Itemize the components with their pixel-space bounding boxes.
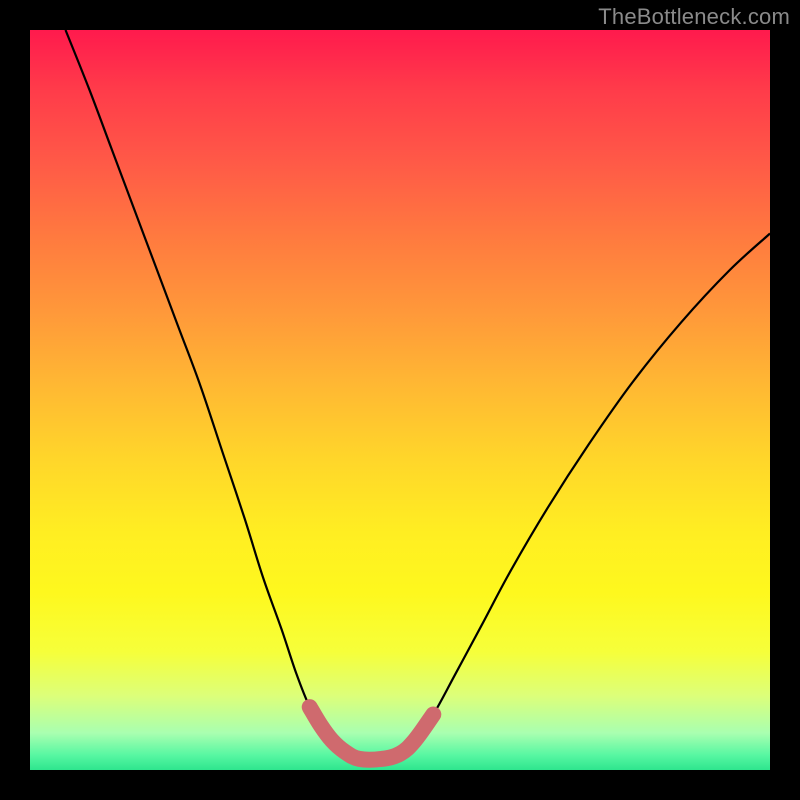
valley-highlight-path (310, 707, 434, 760)
chart-frame: TheBottleneck.com (0, 0, 800, 800)
curve-svg (30, 30, 770, 770)
watermark-text: TheBottleneck.com (598, 4, 790, 30)
plot-area (30, 30, 770, 770)
curve-path (66, 30, 770, 760)
